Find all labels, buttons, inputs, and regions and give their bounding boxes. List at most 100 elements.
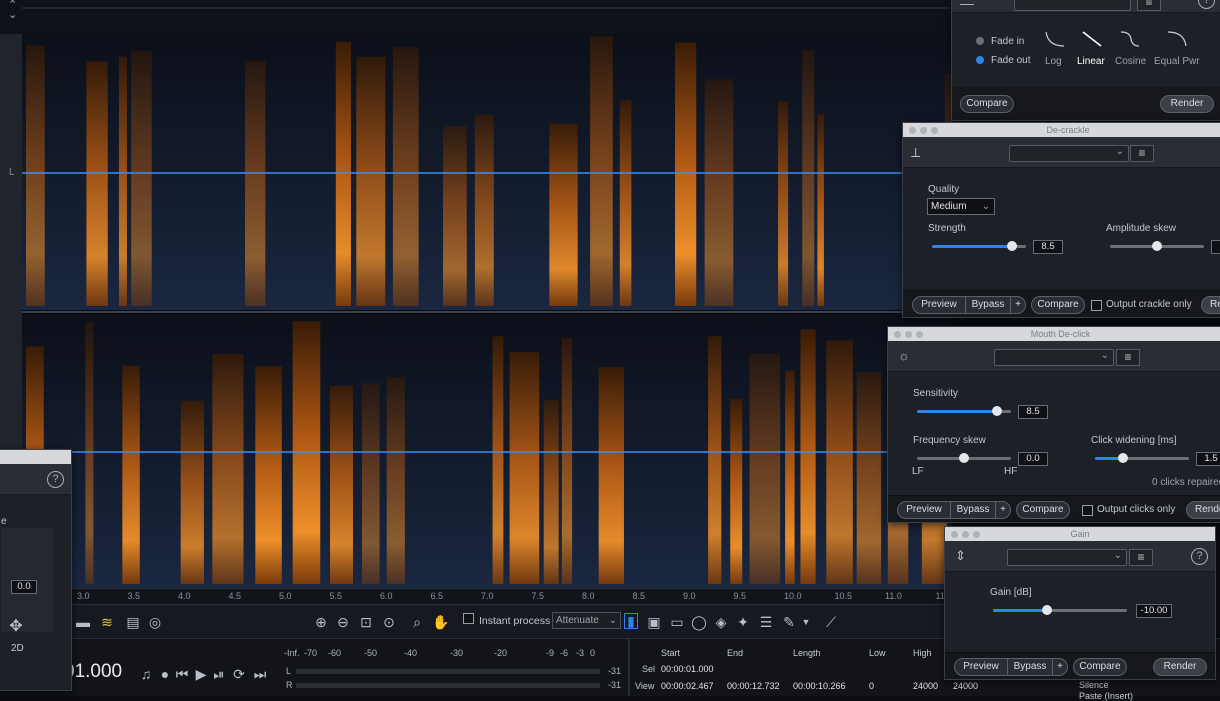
time-select-icon[interactable]: ▮	[624, 613, 638, 629]
preset-dropdown[interactable]	[1014, 0, 1131, 11]
magic-wand-icon[interactable]: ✦	[734, 613, 752, 631]
strength-value[interactable]: 8.5	[1033, 240, 1063, 254]
quality-select[interactable]: Medium ⌄	[927, 198, 995, 215]
output-crackle-only-checkbox[interactable]	[1091, 300, 1102, 311]
view-high[interactable]: 24000	[913, 681, 938, 691]
play-icon[interactable]: ▶	[192, 665, 210, 683]
view-low[interactable]: 0	[869, 681, 874, 691]
harmonics-icon[interactable]: ☰	[757, 613, 775, 631]
preset-dropdown[interactable]: ⌄	[994, 349, 1114, 366]
freq-select-icon[interactable]: ▭	[668, 613, 686, 631]
ruler-tick: 4.5	[228, 591, 242, 601]
gain-slider[interactable]	[993, 605, 1127, 615]
record-icon[interactable]: ●	[156, 665, 174, 683]
menu-icon[interactable]: ≡	[1130, 145, 1154, 162]
menu-icon[interactable]: ≡	[1137, 0, 1161, 11]
compare-button[interactable]: Compare	[1031, 296, 1085, 314]
fade-in-radio[interactable]	[976, 37, 984, 45]
help-icon[interactable]: ?	[1191, 548, 1208, 565]
history-item-silence[interactable]: Silence	[1079, 680, 1109, 690]
zoom-selection-icon[interactable]: ⊡	[357, 613, 375, 631]
preview-button[interactable]: Preview	[912, 296, 966, 314]
sensitivity-slider[interactable]	[917, 406, 1011, 416]
plus-button[interactable]: +	[995, 501, 1011, 519]
sel-start[interactable]: 00:00:01.000	[661, 664, 714, 674]
notes-icon[interactable]: ▤	[124, 613, 142, 631]
spectral-icon[interactable]: ≋	[98, 613, 116, 631]
collapse-icon[interactable]: ⌃ ⌄	[8, 0, 22, 21]
amplitude-skew-value[interactable]	[1211, 240, 1220, 254]
cosine-curve-icon[interactable]	[1119, 30, 1141, 48]
waveform-icon[interactable]: ▬	[74, 613, 92, 631]
play-selection-icon[interactable]: ⏯	[210, 665, 228, 683]
chevron-down-icon[interactable]: ▼	[797, 613, 815, 631]
render-button[interactable]: Render	[1160, 95, 1214, 113]
preview-button[interactable]: Preview	[954, 658, 1008, 676]
gain-value[interactable]: -10.00	[1136, 604, 1172, 618]
equal-power-curve-icon[interactable]	[1166, 30, 1188, 48]
amplitude-skew-slider[interactable]	[1110, 241, 1204, 251]
spectral-band	[180, 400, 204, 584]
plus-button[interactable]: +	[1052, 658, 1068, 676]
render-button[interactable]: Re	[1201, 296, 1220, 314]
envelope-icon[interactable]: ⟋	[822, 613, 840, 631]
preset-dropdown[interactable]: ⌄	[1007, 549, 1127, 566]
click-widening-value[interactable]: 1.5	[1196, 452, 1220, 466]
headphones-icon[interactable]: ♫	[137, 665, 155, 683]
ruler-tick: 9.5	[733, 591, 747, 601]
log-curve-icon[interactable]	[1044, 30, 1066, 48]
history-item-paste[interactable]: Paste (Insert)	[1079, 691, 1133, 701]
magnify-icon[interactable]: ⌕	[408, 613, 426, 631]
render-button[interactable]: Render	[1153, 658, 1207, 676]
help-icon[interactable]: ?	[47, 471, 64, 488]
curve-linear-label[interactable]: Linear	[1077, 56, 1105, 67]
skip-back-icon[interactable]: ⏮	[173, 665, 191, 683]
preset-dropdown[interactable]: ⌄	[1009, 145, 1129, 162]
hand-icon[interactable]: ✋	[432, 613, 450, 631]
bypass-button[interactable]: Bypass	[1007, 658, 1053, 676]
time-ruler[interactable]: 3.0 3.5 4.0 4.5 5.0 5.5 6.0 6.5 7.0 7.5 8.0 8.5 9.0 9…	[0, 588, 952, 605]
preview-button[interactable]: Preview	[897, 501, 951, 519]
compare-button[interactable]: Compare	[1073, 658, 1127, 676]
zoom-in-icon[interactable]: ⊕	[312, 613, 330, 631]
click-widening-slider[interactable]	[1095, 453, 1189, 463]
menu-icon[interactable]: ≡	[1116, 349, 1140, 366]
loop-icon[interactable]: ⟳	[230, 665, 248, 683]
frequency-skew-slider[interactable]	[917, 453, 1011, 463]
output-clicks-only-checkbox[interactable]	[1082, 505, 1093, 516]
instant-process-checkbox[interactable]	[463, 613, 474, 624]
move-icon[interactable]: ✥	[7, 618, 25, 636]
attenuate-select[interactable]: Attenuate ⌄	[552, 612, 621, 629]
amplitude-skew-label: Amplitude skew	[1106, 223, 1177, 234]
compare-button[interactable]: Compare	[960, 95, 1014, 113]
linear-curve-icon[interactable]	[1081, 30, 1103, 48]
curve-log-label[interactable]: Log	[1045, 56, 1062, 67]
render-button[interactable]: Rende	[1186, 501, 1220, 519]
zoom-fit-icon[interactable]: ⊙	[380, 613, 398, 631]
lasso-icon[interactable]: ◯	[690, 613, 708, 631]
brush-icon[interactable]: ◈	[712, 613, 730, 631]
frequency-skew-value[interactable]: 0.0	[1018, 452, 1048, 466]
view-end[interactable]: 00:00:12.732	[727, 681, 780, 691]
bypass-button[interactable]: Bypass	[950, 501, 996, 519]
rect-select-icon[interactable]: ▣	[645, 613, 663, 631]
curve-equal-power-label[interactable]: Equal Pwr	[1154, 56, 1200, 67]
left-panel-value[interactable]: 0.0	[11, 580, 37, 594]
skip-forward-icon[interactable]: ⏭	[251, 665, 269, 683]
meter-label-r: R	[286, 680, 293, 690]
zoom-out-icon[interactable]: ⊖	[334, 613, 352, 631]
curve-cosine-label[interactable]: Cosine	[1115, 56, 1146, 67]
help-icon[interactable]: ?	[1198, 0, 1215, 9]
view-start[interactable]: 00:00:02.467	[661, 681, 714, 691]
left-panel-mode[interactable]: 2D	[11, 643, 24, 654]
sensitivity-value[interactable]: 8.5	[1018, 405, 1048, 419]
pencil-icon[interactable]: ✎	[780, 613, 798, 631]
strength-slider[interactable]	[932, 241, 1026, 251]
menu-icon[interactable]: ≡	[1129, 549, 1153, 566]
comment-icon[interactable]: ◎	[146, 613, 164, 631]
bypass-button[interactable]: Bypass	[965, 296, 1011, 314]
compare-button[interactable]: Compare	[1016, 501, 1070, 519]
plus-button[interactable]: +	[1010, 296, 1026, 314]
view-length[interactable]: 00:00:10.266	[793, 681, 846, 691]
fade-out-radio[interactable]	[976, 56, 984, 64]
